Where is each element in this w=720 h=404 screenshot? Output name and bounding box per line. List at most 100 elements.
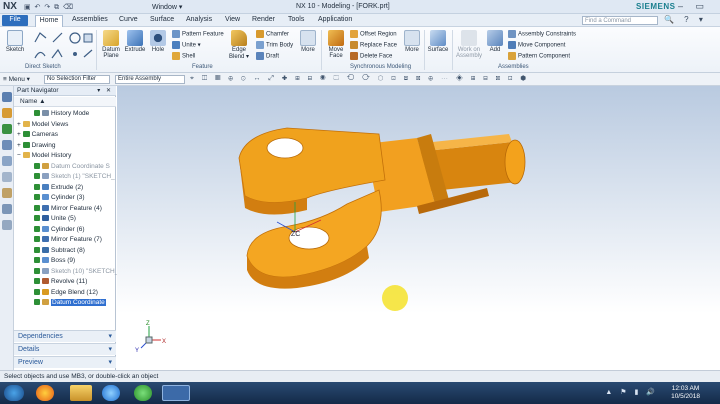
- system-materials-icon[interactable]: [2, 188, 12, 198]
- pattern-feature-button[interactable]: Pattern Feature: [172, 30, 224, 40]
- tree-row-label: Model Views: [31, 120, 69, 128]
- surface-button[interactable]: Surface: [426, 30, 450, 53]
- add-component-button[interactable]: Add: [486, 30, 504, 53]
- nx-taskbar-icon[interactable]: [162, 385, 190, 401]
- trim-body-button[interactable]: Trim Body: [256, 41, 293, 51]
- tab-surface[interactable]: Surface: [150, 15, 174, 26]
- replace-face-button[interactable]: Replace Face: [350, 41, 397, 51]
- suppress-checkbox[interactable]: [34, 267, 40, 274]
- hole-button[interactable]: Hole: [148, 30, 168, 53]
- taskbar-clock[interactable]: 12:03 AM 10/5/2018: [671, 385, 700, 401]
- sync-more-button[interactable]: More: [402, 30, 422, 53]
- suppress-checkbox[interactable]: [34, 236, 40, 243]
- file-explorer-icon[interactable]: [70, 385, 92, 401]
- part-navigator: Part Navigator ▾ ✕ Name ▲ History Mode + …: [14, 86, 118, 370]
- suppress-checkbox[interactable]: [34, 257, 40, 264]
- expand-toggle-icon[interactable]: +: [17, 121, 23, 128]
- preview-panel[interactable]: Preview ▾: [14, 356, 116, 368]
- expand-toggle-icon[interactable]: +: [17, 142, 23, 149]
- firefox-icon[interactable]: [36, 385, 54, 401]
- suppress-checkbox[interactable]: [34, 162, 40, 169]
- chevron-down-icon: ▾: [108, 346, 112, 353]
- assembly-constraints-button[interactable]: Assembly Constraints: [508, 30, 576, 40]
- selection-tool-icons[interactable]: ⌖ ◫ ▦ ⊕ ⊙ ↔ ⤢ ✚ ⊞ ⊟ ◉ ⬚ ⟲ ⟳ ⬡ ⊡ ⧈ ⊠ ⊕ ⋯ …: [190, 75, 529, 83]
- settings-icon[interactable]: [2, 220, 12, 230]
- move-face-button[interactable]: Move Face: [324, 30, 348, 59]
- suppress-checkbox[interactable]: [34, 225, 40, 232]
- suppress-checkbox[interactable]: [34, 173, 40, 180]
- datum-plane-button[interactable]: Datum Plane: [100, 30, 122, 59]
- clock-icon: [42, 110, 49, 117]
- window-menu[interactable]: Window ▾: [152, 3, 182, 11]
- tab-tools[interactable]: Tools: [288, 15, 304, 26]
- history-icon[interactable]: [2, 172, 12, 182]
- suppress-checkbox[interactable]: [34, 215, 40, 222]
- chamfer-icon: [256, 30, 264, 38]
- selection-scope-select[interactable]: Entire Assembly: [115, 75, 185, 84]
- svg-text:Z: Z: [146, 321, 150, 327]
- chamfer-button[interactable]: Chamfer: [256, 30, 289, 40]
- tree-row[interactable]: + Drawing: [17, 141, 117, 151]
- command-search-input[interactable]: Find a Command: [582, 16, 658, 25]
- move-component-button[interactable]: Move Component: [508, 41, 565, 51]
- tab-render[interactable]: Render: [252, 15, 275, 26]
- help-icons[interactable]: 🔍 ? ▾: [664, 15, 707, 24]
- sketch-curve-tools[interactable]: [32, 30, 96, 62]
- suppress-checkbox[interactable]: [34, 299, 40, 306]
- hole-icon: [150, 30, 166, 46]
- suppress-checkbox[interactable]: [34, 110, 40, 117]
- quick-access-toolbar[interactable]: ▣ ↶ ↷ ⧉ ⌫: [24, 3, 74, 12]
- expand-toggle-icon[interactable]: −: [17, 152, 23, 159]
- sketch-button[interactable]: Sketch: [4, 30, 26, 53]
- delete-face-button[interactable]: Delete Face: [350, 52, 392, 62]
- tree-row[interactable]: − Model History: [17, 151, 117, 161]
- shell-button[interactable]: Shell: [172, 52, 195, 62]
- navigator-controls[interactable]: ▾ ✕: [97, 87, 113, 94]
- tab-home[interactable]: Home: [35, 15, 63, 27]
- menu-button[interactable]: ≡ Menu ▾: [3, 75, 30, 83]
- roles-icon[interactable]: [2, 204, 12, 214]
- tree-row[interactable]: + Cameras: [17, 130, 117, 140]
- media-player-icon[interactable]: [134, 385, 152, 401]
- suppress-checkbox[interactable]: [34, 278, 40, 285]
- pattern-component-button[interactable]: Pattern Component: [508, 52, 570, 62]
- tab-analysis[interactable]: Analysis: [186, 15, 212, 26]
- suppress-checkbox[interactable]: [34, 288, 40, 295]
- expand-toggle-icon[interactable]: +: [17, 131, 23, 138]
- reuse-library-icon[interactable]: [2, 140, 12, 150]
- web-browser-icon[interactable]: [2, 156, 12, 166]
- tab-application[interactable]: Application: [318, 15, 352, 26]
- suppress-checkbox[interactable]: [34, 194, 40, 201]
- constraint-navigator-icon[interactable]: [2, 108, 12, 118]
- tree-row-label: Drawing: [31, 141, 56, 149]
- details-panel[interactable]: Details ▾: [14, 343, 116, 355]
- tab-curve[interactable]: Curve: [119, 15, 138, 26]
- internet-explorer-icon[interactable]: [102, 385, 120, 401]
- work-on-assembly-button[interactable]: Work on Assembly: [454, 30, 484, 59]
- suppress-checkbox[interactable]: [34, 246, 40, 253]
- unite-button[interactable]: Unite ▾: [172, 41, 201, 51]
- feature-more-button[interactable]: More: [298, 30, 318, 53]
- system-tray[interactable]: ▲ ⚑ ▮ 🔊: [605, 388, 658, 396]
- fork-part-model[interactable]: ZC X Y Z: [117, 86, 720, 370]
- draft-button[interactable]: Draft: [256, 52, 279, 62]
- tab-assemblies[interactable]: Assemblies: [72, 15, 108, 26]
- tree-row[interactable]: + Model Views: [17, 120, 117, 130]
- view-triad: X Y Z: [135, 321, 166, 354]
- tab-view[interactable]: View: [225, 15, 240, 26]
- edge-blend-button[interactable]: Edge Blend ▾: [228, 30, 250, 60]
- selection-filter-select[interactable]: No Selection Filter: [44, 75, 110, 84]
- offset-region-button[interactable]: Offset Region: [350, 30, 397, 40]
- suppress-checkbox[interactable]: [34, 204, 40, 211]
- assembly-navigator-icon[interactable]: [2, 92, 12, 102]
- ribbon-tabs: File Home Assemblies Curve Surface Analy…: [0, 14, 720, 27]
- move-face-icon: [328, 30, 344, 46]
- dependencies-panel[interactable]: Dependencies ▾: [14, 330, 116, 342]
- navigator-column-header[interactable]: Name ▲: [14, 97, 116, 107]
- extrude-button[interactable]: Extrude: [124, 30, 146, 53]
- part-navigator-icon[interactable]: [2, 124, 12, 134]
- tab-file[interactable]: File: [2, 15, 28, 26]
- graphics-window[interactable]: ZC X Y Z: [117, 86, 720, 370]
- suppress-checkbox[interactable]: [34, 183, 40, 190]
- start-button[interactable]: [4, 385, 24, 401]
